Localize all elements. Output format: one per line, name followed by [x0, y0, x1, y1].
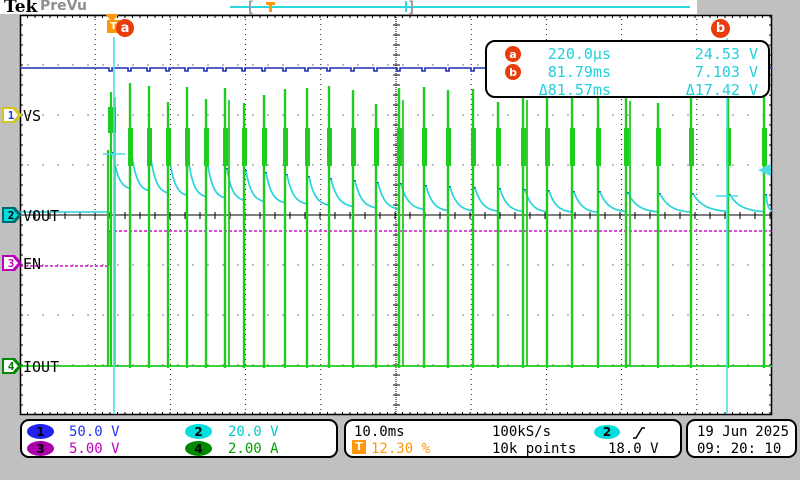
timebase-trigger-box: 10.0ms 100kS/s 2 T 12.30 % 10k points 18… [344, 419, 682, 458]
channel-4-scale: 2.00 A [228, 441, 279, 457]
sample-rate: 100kS/s [492, 424, 551, 440]
cursor-b-time: 81.79ms [521, 63, 611, 81]
cursor-b-voltage: 7.103 V [611, 63, 768, 81]
year-value: 2025 [755, 424, 789, 440]
cursor-delta-voltage: Δ17.42 V [611, 81, 768, 99]
trigger-slope-icon [632, 426, 646, 440]
channel-3-badge: 3 [2, 255, 22, 271]
oscilloscope-screen: Tek PreVu [ ] T a b 1 VS 2 VOUT 3 EN 4 I… [0, 0, 800, 480]
channel-2-scale-badge: 2 [185, 424, 212, 439]
trigger-position-value: 12.30 % [371, 441, 430, 457]
trigger-t-badge: T [352, 440, 366, 454]
channel-3-label: EN [23, 255, 41, 271]
channel-2-badge: 2 [2, 207, 22, 223]
cursor-a-time: 220.0µs [521, 45, 611, 63]
timebase-value: 10.0ms [354, 424, 405, 440]
datetime-box: 19 Jun 2025 09: 20: 10 [686, 419, 797, 458]
channel-4-scale-badge: 4 [185, 441, 212, 456]
cursor-b-marker: b [711, 19, 730, 38]
cursor-b-readout-badge: b [505, 64, 521, 80]
time-value: 09: 20: 10 [697, 441, 781, 457]
channel-1-badge: 1 [2, 107, 22, 123]
channel-3-scale: 5.00 V [69, 441, 120, 457]
cursor-delta-time: Δ81.57ms [521, 81, 611, 99]
channel-4-label: IOUT [23, 358, 59, 374]
trigger-source-badge: 2 [594, 425, 620, 439]
date-value: 19 Jun [697, 424, 748, 440]
cursor-a-readout-badge: a [505, 46, 521, 62]
trigger-level-value: 18.0 V [608, 441, 659, 457]
channel-scales-box: 1 50.0 V 2 20.0 V 3 5.00 V 4 2.00 A [20, 419, 338, 458]
channel-1-scale-badge: 1 [27, 424, 54, 439]
channel-1-label: VS [23, 107, 41, 123]
record-length: 10k points [492, 441, 576, 457]
cursor-a-marker: a [116, 19, 134, 37]
channel-1-scale: 50.0 V [69, 424, 120, 440]
cursor-a-voltage: 24.53 V [611, 45, 768, 63]
cursor-readout-box: a 220.0µs 24.53 V b 81.79ms 7.103 V Δ81.… [485, 40, 770, 98]
channel-4-badge: 4 [2, 358, 22, 374]
channel-2-label: VOUT [23, 207, 59, 223]
channel-3-scale-badge: 3 [27, 441, 54, 456]
channel-2-scale: 20.0 V [228, 424, 279, 440]
